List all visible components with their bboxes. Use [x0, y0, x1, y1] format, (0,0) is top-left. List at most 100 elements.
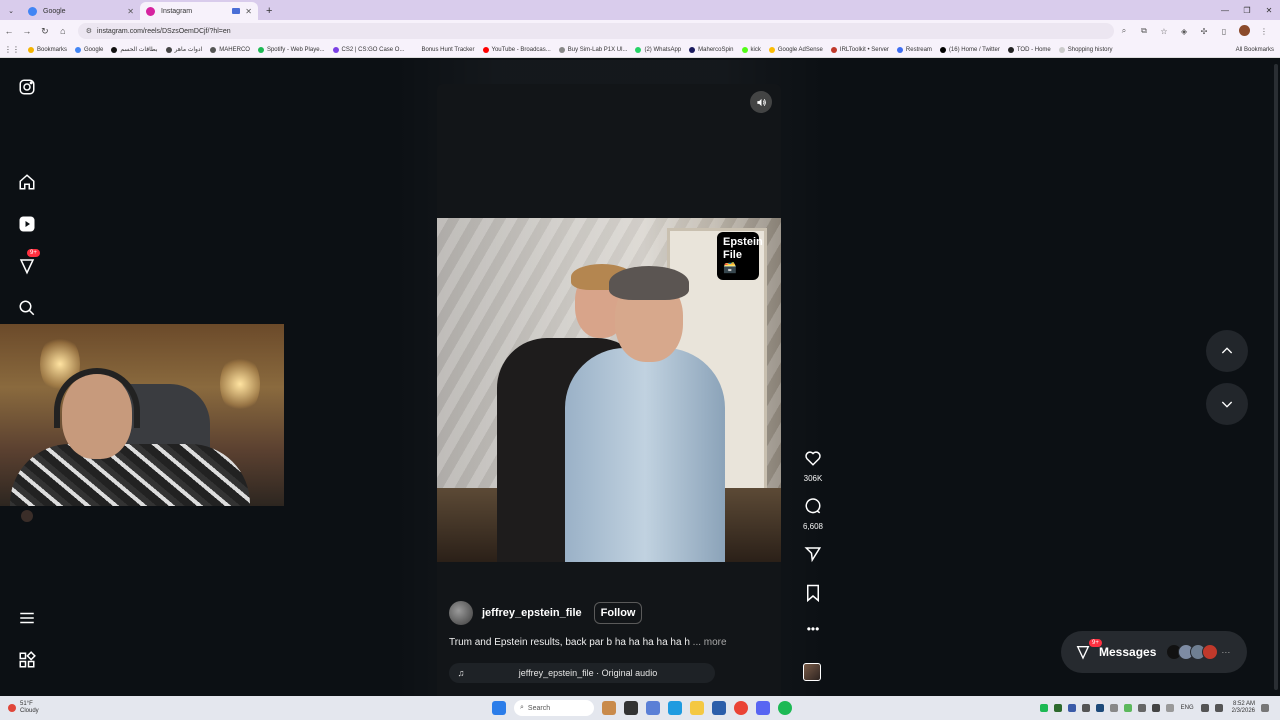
tab-google[interactable]: Google ✕	[22, 2, 140, 20]
edge-icon[interactable]	[668, 701, 682, 715]
next-reel-button[interactable]	[1206, 383, 1248, 425]
maximize-icon[interactable]: ❐	[1236, 6, 1258, 15]
bookmark-item[interactable]: Bookmarks	[28, 46, 67, 53]
tray-icon[interactable]	[1151, 704, 1160, 712]
install-app-icon[interactable]: ⧉	[1134, 26, 1154, 36]
tray-icon[interactable]	[1053, 704, 1062, 712]
file-explorer-icon[interactable]	[690, 701, 704, 715]
audio-thumbnail[interactable]	[803, 663, 821, 681]
taskbar-clock[interactable]: 8:52 AM 2/3/2026	[1232, 701, 1255, 715]
comment-button[interactable]: 6,608	[800, 497, 826, 531]
extensions-puzzle-icon[interactable]: ✣	[1194, 27, 1214, 36]
extension-icon[interactable]: ◈	[1174, 27, 1194, 36]
bookmark-item[interactable]: kick	[741, 46, 761, 53]
bookmark-item[interactable]: Google AdSense	[768, 46, 823, 53]
app-icon[interactable]	[646, 701, 660, 715]
bookmark-item[interactable]: Buy Sim-Lab P1X Ul...	[558, 46, 627, 53]
media-playing-icon[interactable]	[232, 8, 240, 14]
address-bar[interactable]: ⚙ instagram.com/reels/DSzsOemDCjf/?hl=en	[77, 23, 1115, 39]
close-tab-icon[interactable]: ✕	[245, 7, 252, 16]
bookmark-item[interactable]: YouTube - Broadcas...	[482, 46, 551, 53]
start-icon[interactable]	[492, 701, 506, 715]
bookmark-item[interactable]: IRLToolkit • Server	[830, 46, 889, 53]
tray-icon[interactable]	[1095, 704, 1104, 712]
more-menu-icon[interactable]	[16, 607, 38, 629]
app-icon[interactable]	[602, 701, 616, 715]
back-icon[interactable]: ←	[0, 26, 18, 36]
bookmark-item[interactable]: CS2 | CS:GO Case O...	[332, 46, 404, 53]
store-icon[interactable]	[712, 701, 726, 715]
bookmark-item[interactable]: Spotify - Web Playe...	[257, 46, 325, 53]
menu-kebab-icon[interactable]: ⋮	[1254, 27, 1274, 36]
bookmark-item[interactable]: Bonus Hunt Tracker	[412, 46, 475, 53]
home-icon[interactable]	[16, 171, 38, 193]
close-tab-icon[interactable]: ✕	[127, 7, 134, 16]
instagram-logo-icon[interactable]	[16, 76, 38, 98]
author-username[interactable]: jeffrey_epstein_file	[482, 607, 582, 619]
bookmark-item[interactable]: MAHERCO	[210, 46, 250, 53]
apps-grid-icon[interactable]: ⋮⋮	[4, 45, 20, 54]
site-info-icon[interactable]: ⚙	[86, 27, 92, 35]
volume-icon[interactable]	[1214, 704, 1223, 712]
messages-label: Messages	[1099, 645, 1157, 659]
follow-button[interactable]: Follow	[593, 602, 643, 624]
task-view-icon[interactable]	[624, 701, 638, 715]
weather-widget[interactable]: 51°F Cloudy	[8, 701, 39, 714]
tray-icon[interactable]	[1123, 704, 1132, 712]
close-window-icon[interactable]: ✕	[1258, 6, 1280, 15]
tray-icon[interactable]	[1081, 704, 1090, 712]
chrome-icon[interactable]	[734, 701, 748, 715]
bookmark-item[interactable]: بطاقات الحسم	[111, 46, 158, 53]
tray-icon[interactable]	[1137, 704, 1146, 712]
audio-attribution[interactable]: ♫ jeffrey_epstein_file · Original audio	[449, 663, 715, 683]
messenger-icon[interactable]: 9+	[16, 249, 40, 277]
like-button[interactable]: 306K	[800, 449, 826, 483]
bookmark-item[interactable]: TOD - Home	[1007, 46, 1051, 53]
messages-button[interactable]: 9+ Messages ···	[1061, 631, 1247, 673]
all-bookmarks-button[interactable]: All Bookmarks	[1236, 42, 1274, 57]
share-button[interactable]	[800, 545, 826, 568]
bookmark-item[interactable]: Shopping history	[1058, 46, 1112, 53]
tray-chevron-icon[interactable]	[1165, 704, 1174, 712]
previous-reel-button[interactable]	[1206, 330, 1248, 372]
reel-player[interactable]: Epstein File 🗃️ jeffrey_epstein_file Fol…	[437, 84, 781, 696]
profile-avatar[interactable]	[1234, 24, 1254, 38]
also-from-meta-icon[interactable]	[16, 649, 38, 671]
wifi-icon[interactable]	[1200, 704, 1209, 712]
search-icon[interactable]	[16, 297, 38, 319]
new-tab-button[interactable]: +	[266, 5, 272, 17]
minimize-icon[interactable]: —	[1214, 6, 1236, 15]
bookmark-item[interactable]: (2) WhatsApp	[635, 46, 681, 53]
bookmark-item[interactable]: Google	[75, 46, 103, 53]
reels-icon[interactable]	[16, 213, 38, 235]
tray-icon[interactable]	[1109, 704, 1118, 712]
language-indicator[interactable]: ENG	[1181, 705, 1194, 711]
zoom-icon[interactable]: ⌕	[1114, 26, 1134, 36]
tray-icon[interactable]	[1067, 704, 1076, 712]
side-panel-icon[interactable]: ▯	[1214, 27, 1234, 36]
bookmark-item[interactable]: ادوات ماهر	[165, 46, 202, 53]
spotify-icon[interactable]	[778, 701, 792, 715]
bookmark-star-icon[interactable]: ☆	[1154, 27, 1174, 36]
discord-icon[interactable]	[756, 701, 770, 715]
tab-instagram[interactable]: Instagram ✕	[140, 2, 258, 20]
profile-avatar[interactable]	[21, 510, 33, 522]
tab-search-icon[interactable]: ⌄	[0, 2, 22, 20]
more-options-icon[interactable]: •••	[800, 622, 826, 636]
caption-more-link[interactable]: ... more	[693, 637, 727, 648]
save-button[interactable]	[800, 584, 826, 607]
tray-icon[interactable]	[1039, 704, 1048, 712]
bookmark-item[interactable]: Restream	[896, 46, 932, 53]
forward-icon[interactable]: →	[18, 26, 36, 36]
bookmark-item[interactable]: (16) Home / Twitter	[939, 46, 1000, 53]
author-avatar[interactable]	[449, 601, 473, 625]
page-scrollbar[interactable]	[1272, 60, 1280, 696]
home-icon[interactable]: ⌂	[54, 26, 72, 36]
bookmark-item[interactable]: MahercoSpin	[689, 46, 734, 53]
reel-video[interactable]: Epstein File 🗃️	[437, 218, 781, 562]
taskbar-search[interactable]: ⌕ Search	[514, 700, 594, 716]
reload-icon[interactable]: ↻	[36, 26, 54, 37]
notifications-icon[interactable]	[1261, 704, 1269, 712]
audio-toggle-button[interactable]	[750, 91, 772, 113]
scrollbar-thumb[interactable]	[1274, 64, 1278, 690]
